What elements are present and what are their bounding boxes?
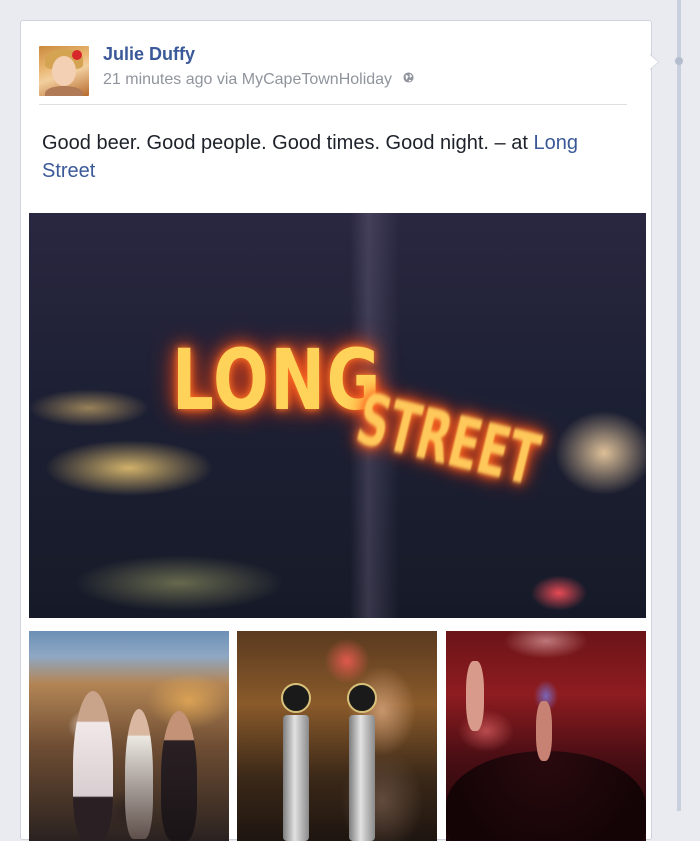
globe-icon[interactable] bbox=[402, 72, 414, 83]
tap-badge bbox=[347, 683, 377, 713]
author-name[interactable]: Julie Duffy bbox=[103, 44, 195, 65]
raised-arm bbox=[466, 661, 484, 731]
avatar-face bbox=[52, 56, 76, 86]
app-link[interactable]: MyCapeTownHoliday bbox=[242, 71, 392, 88]
photo-beer-taps[interactable] bbox=[237, 631, 437, 841]
timeline-dot bbox=[675, 57, 683, 65]
avatar[interactable] bbox=[39, 46, 89, 96]
person-figure bbox=[125, 709, 153, 839]
neon-sign-word-street: STREET bbox=[349, 378, 547, 502]
post-time[interactable]: 21 minutes ago bbox=[103, 71, 212, 88]
person-figure bbox=[161, 711, 197, 841]
story-header: Julie Duffy 21 minutes ago via MyCapeTow… bbox=[39, 44, 627, 105]
status-text: Good beer. Good people. Good times. Good… bbox=[42, 129, 632, 185]
card-arrow-inner bbox=[650, 55, 658, 69]
neon-sign-word-long: LONG bbox=[172, 331, 382, 429]
photo-long-street-sign[interactable]: LONG STREET bbox=[29, 213, 646, 618]
avatar-shoulder bbox=[45, 86, 83, 96]
status-message: Good beer. Good people. Good times. Good… bbox=[42, 132, 528, 154]
avatar-flower bbox=[72, 50, 82, 60]
crowd-silhouette bbox=[446, 751, 646, 841]
beer-tap bbox=[349, 715, 375, 841]
via-label: via bbox=[216, 71, 238, 88]
tap-badge bbox=[281, 683, 311, 713]
post-meta: 21 minutes ago via MyCapeTownHoliday bbox=[103, 71, 414, 89]
timeline-line bbox=[677, 0, 681, 811]
person-figure bbox=[73, 691, 113, 841]
photo-street-crowd[interactable] bbox=[29, 631, 229, 841]
story-card: Julie Duffy 21 minutes ago via MyCapeTow… bbox=[20, 20, 652, 841]
raised-arm bbox=[536, 701, 552, 761]
beer-tap bbox=[283, 715, 309, 841]
photo-pub-crowd[interactable] bbox=[446, 631, 646, 841]
neon-sign: LONG STREET bbox=[29, 213, 646, 618]
